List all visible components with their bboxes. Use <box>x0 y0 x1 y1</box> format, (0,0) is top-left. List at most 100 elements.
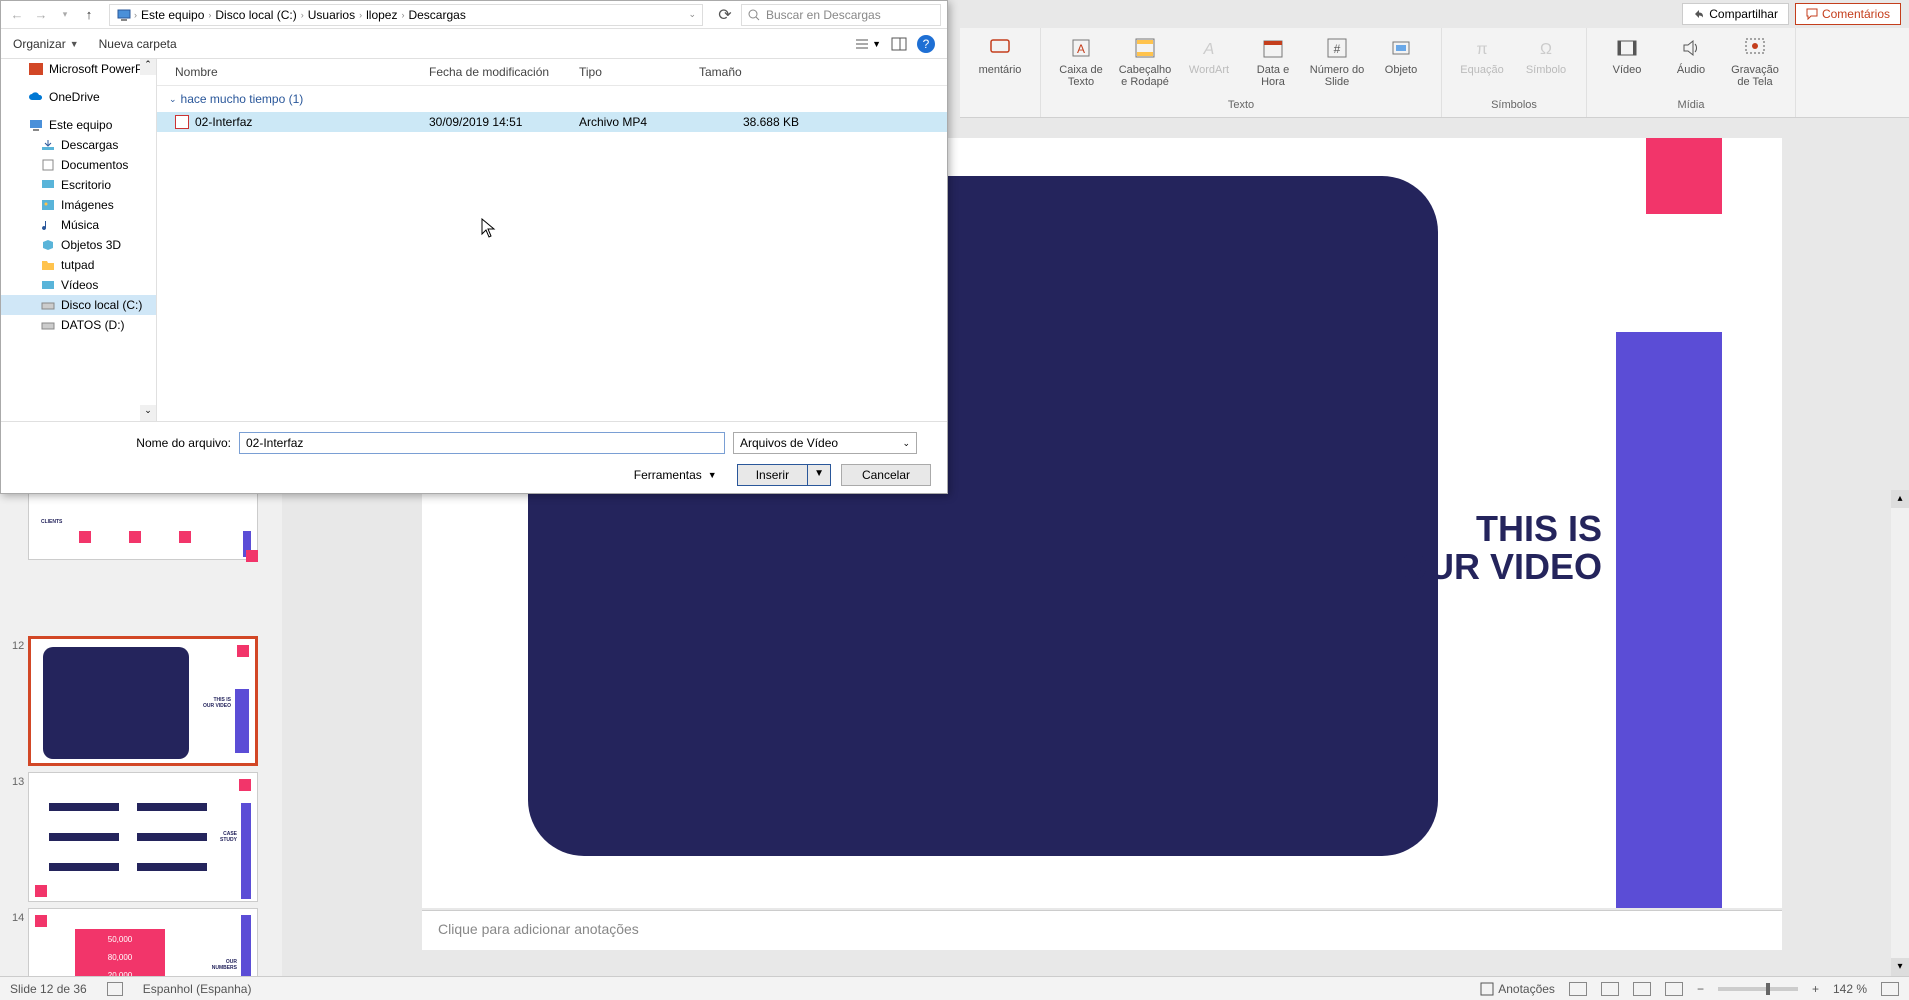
spell-check-icon[interactable] <box>107 982 123 996</box>
crumb-descargas[interactable]: Descargas <box>406 8 467 22</box>
share-icon <box>1693 8 1705 20</box>
sidebar-disco-c[interactable]: Disco local (C:) <box>1 295 156 315</box>
col-type[interactable]: Tipo <box>579 65 699 79</box>
sidebar-scroll-up[interactable]: ⌃ <box>140 59 156 75</box>
equation-button[interactable]: πEquação <box>1454 36 1510 76</box>
slide-thumb-14[interactable]: 50,00080,00020,000 OURNUMBERS <box>28 908 258 976</box>
slide-thumb-13[interactable]: CASESTUDY <box>28 772 258 902</box>
slide-title-text[interactable]: THIS IS OUR VIDEO <box>1400 510 1602 586</box>
address-bar[interactable]: › Este equipo › Disco local (C:) › Usuar… <box>109 4 703 26</box>
screen-record-button[interactable]: Gravação de Tela <box>1727 36 1783 88</box>
pc-icon <box>29 119 43 131</box>
symbol-button[interactable]: ΩSímbolo <box>1518 36 1574 76</box>
svg-text:#: # <box>1334 42 1341 56</box>
sidebar-scroll-down[interactable]: ⌄ <box>140 405 156 421</box>
col-name[interactable]: Nombre <box>175 65 429 79</box>
crumb-llopez[interactable]: llopez <box>364 8 399 22</box>
language-indicator[interactable]: Espanhol (Espanha) <box>143 982 252 996</box>
col-size[interactable]: Tamaño <box>699 65 799 79</box>
notes-toggle[interactable]: Anotações <box>1480 982 1555 996</box>
comment-ribbon-item[interactable]: mentário <box>972 36 1028 76</box>
file-group-header[interactable]: ⌄ hace mucho tiempo (1) <box>157 86 947 112</box>
sidebar-este-equipo[interactable]: Este equipo <box>1 115 156 135</box>
zoom-in-button[interactable]: + <box>1812 982 1819 996</box>
thumbnail-scrollbar[interactable]: ▴ ▾ <box>1891 490 1909 976</box>
insert-dropdown-arrow[interactable]: ▼ <box>807 465 830 485</box>
file-row-02-interfaz[interactable]: 02-Interfaz 30/09/2019 14:51 Archivo MP4… <box>157 112 947 132</box>
reading-view-button[interactable] <box>1633 982 1651 996</box>
scroll-down-button[interactable]: ▾ <box>1891 958 1909 976</box>
list-icon <box>854 37 870 51</box>
sidebar-videos[interactable]: Vídeos <box>1 275 156 295</box>
preview-pane-button[interactable] <box>891 37 907 51</box>
organize-button[interactable]: Organizar ▼ <box>13 37 79 51</box>
object-button[interactable]: Objeto <box>1373 36 1429 76</box>
simbolos-group-label: Símbolos <box>1491 97 1537 113</box>
textbox-button[interactable]: ACaixa de Texto <box>1053 36 1109 88</box>
folder-icon <box>41 259 55 271</box>
sidebar-datos-d[interactable]: DATOS (D:) <box>1 315 156 335</box>
zoom-out-button[interactable]: − <box>1697 982 1704 996</box>
help-button[interactable]: ? <box>917 35 935 53</box>
sidebar-imagenes[interactable]: Imágenes <box>1 195 156 215</box>
insert-button[interactable]: Inserir ▼ <box>737 464 831 486</box>
crumb-disco-c[interactable]: Disco local (C:) <box>213 8 298 22</box>
nav-back-button[interactable]: ← <box>7 5 27 25</box>
refresh-button[interactable]: ⟳ <box>713 5 737 25</box>
nav-recent-button[interactable]: ▾ <box>55 5 75 25</box>
cancel-button[interactable]: Cancelar <box>841 464 931 486</box>
slide-thumb-11[interactable]: CLIENTS <box>28 490 258 560</box>
scroll-up-button[interactable]: ▴ <box>1891 490 1909 508</box>
nav-forward-button[interactable]: → <box>31 5 51 25</box>
video-button[interactable]: Vídeo <box>1599 36 1655 76</box>
normal-view-button[interactable] <box>1569 982 1587 996</box>
slideshow-button[interactable] <box>1665 982 1683 996</box>
wordart-icon: A <box>1198 37 1220 59</box>
share-label: Compartilhar <box>1709 7 1778 21</box>
crumb-este-equipo[interactable]: Este equipo <box>139 8 206 22</box>
sorter-view-button[interactable] <box>1601 982 1619 996</box>
slide-thumb-12[interactable]: THIS ISOUR VIDEO <box>28 636 258 766</box>
ribbon: mentário ACaixa de Texto Cabeçalho e Rod… <box>960 28 1909 118</box>
date-time-button[interactable]: Data e Hora <box>1245 36 1301 88</box>
view-options-button[interactable]: ▼ <box>854 37 881 51</box>
filename-input[interactable] <box>239 432 725 454</box>
download-icon <box>41 139 55 151</box>
sidebar-powerpoint[interactable]: Microsoft PowerP <box>1 59 156 79</box>
notes-placeholder[interactable]: Clique para adicionar anotações <box>422 910 1782 950</box>
new-folder-button[interactable]: Nueva carpeta <box>99 37 177 51</box>
zoom-slider[interactable] <box>1718 987 1798 991</box>
address-dropdown[interactable]: ⌄ <box>688 9 696 20</box>
search-box[interactable]: Buscar en Descargas <box>741 4 941 26</box>
pink-square-decor <box>1646 138 1722 214</box>
purple-block-decor <box>1616 332 1722 908</box>
preview-icon <box>891 37 907 51</box>
slide-number-button[interactable]: #Número do Slide <box>1309 36 1365 88</box>
comments-button[interactable]: Comentários <box>1795 3 1901 25</box>
crumb-usuarios[interactable]: Usuarios <box>306 8 357 22</box>
sidebar-musica[interactable]: Música <box>1 215 156 235</box>
fit-window-button[interactable] <box>1881 982 1899 996</box>
number-icon: # <box>1326 37 1348 59</box>
sidebar-onedrive[interactable]: OneDrive <box>1 87 156 107</box>
sidebar-objetos-3d[interactable]: Objetos 3D <box>1 235 156 255</box>
audio-button[interactable]: Áudio <box>1663 36 1719 76</box>
tools-dropdown[interactable]: Ferramentas ▼ <box>634 468 717 482</box>
docs-icon <box>41 159 55 171</box>
sidebar-escritorio[interactable]: Escritorio <box>1 175 156 195</box>
header-icon <box>1134 37 1156 59</box>
share-button[interactable]: Compartilhar <box>1682 3 1789 25</box>
sidebar-tutpad[interactable]: tutpad <box>1 255 156 275</box>
comment-icon <box>989 37 1011 59</box>
header-footer-button[interactable]: Cabeçalho e Rodapé <box>1117 36 1173 88</box>
date-icon <box>1262 37 1284 59</box>
record-icon <box>1744 37 1766 59</box>
wordart-button[interactable]: AWordArt <box>1181 36 1237 76</box>
filetype-dropdown[interactable]: Arquivos de Vídeo ⌄ <box>733 432 917 454</box>
zoom-level[interactable]: 142 % <box>1833 982 1867 996</box>
sidebar-descargas[interactable]: Descargas <box>1 135 156 155</box>
thumb-num-14: 14 <box>12 908 28 924</box>
sidebar-documentos[interactable]: Documentos <box>1 155 156 175</box>
col-date[interactable]: Fecha de modificación <box>429 65 579 79</box>
nav-up-button[interactable]: ↑ <box>79 5 99 25</box>
